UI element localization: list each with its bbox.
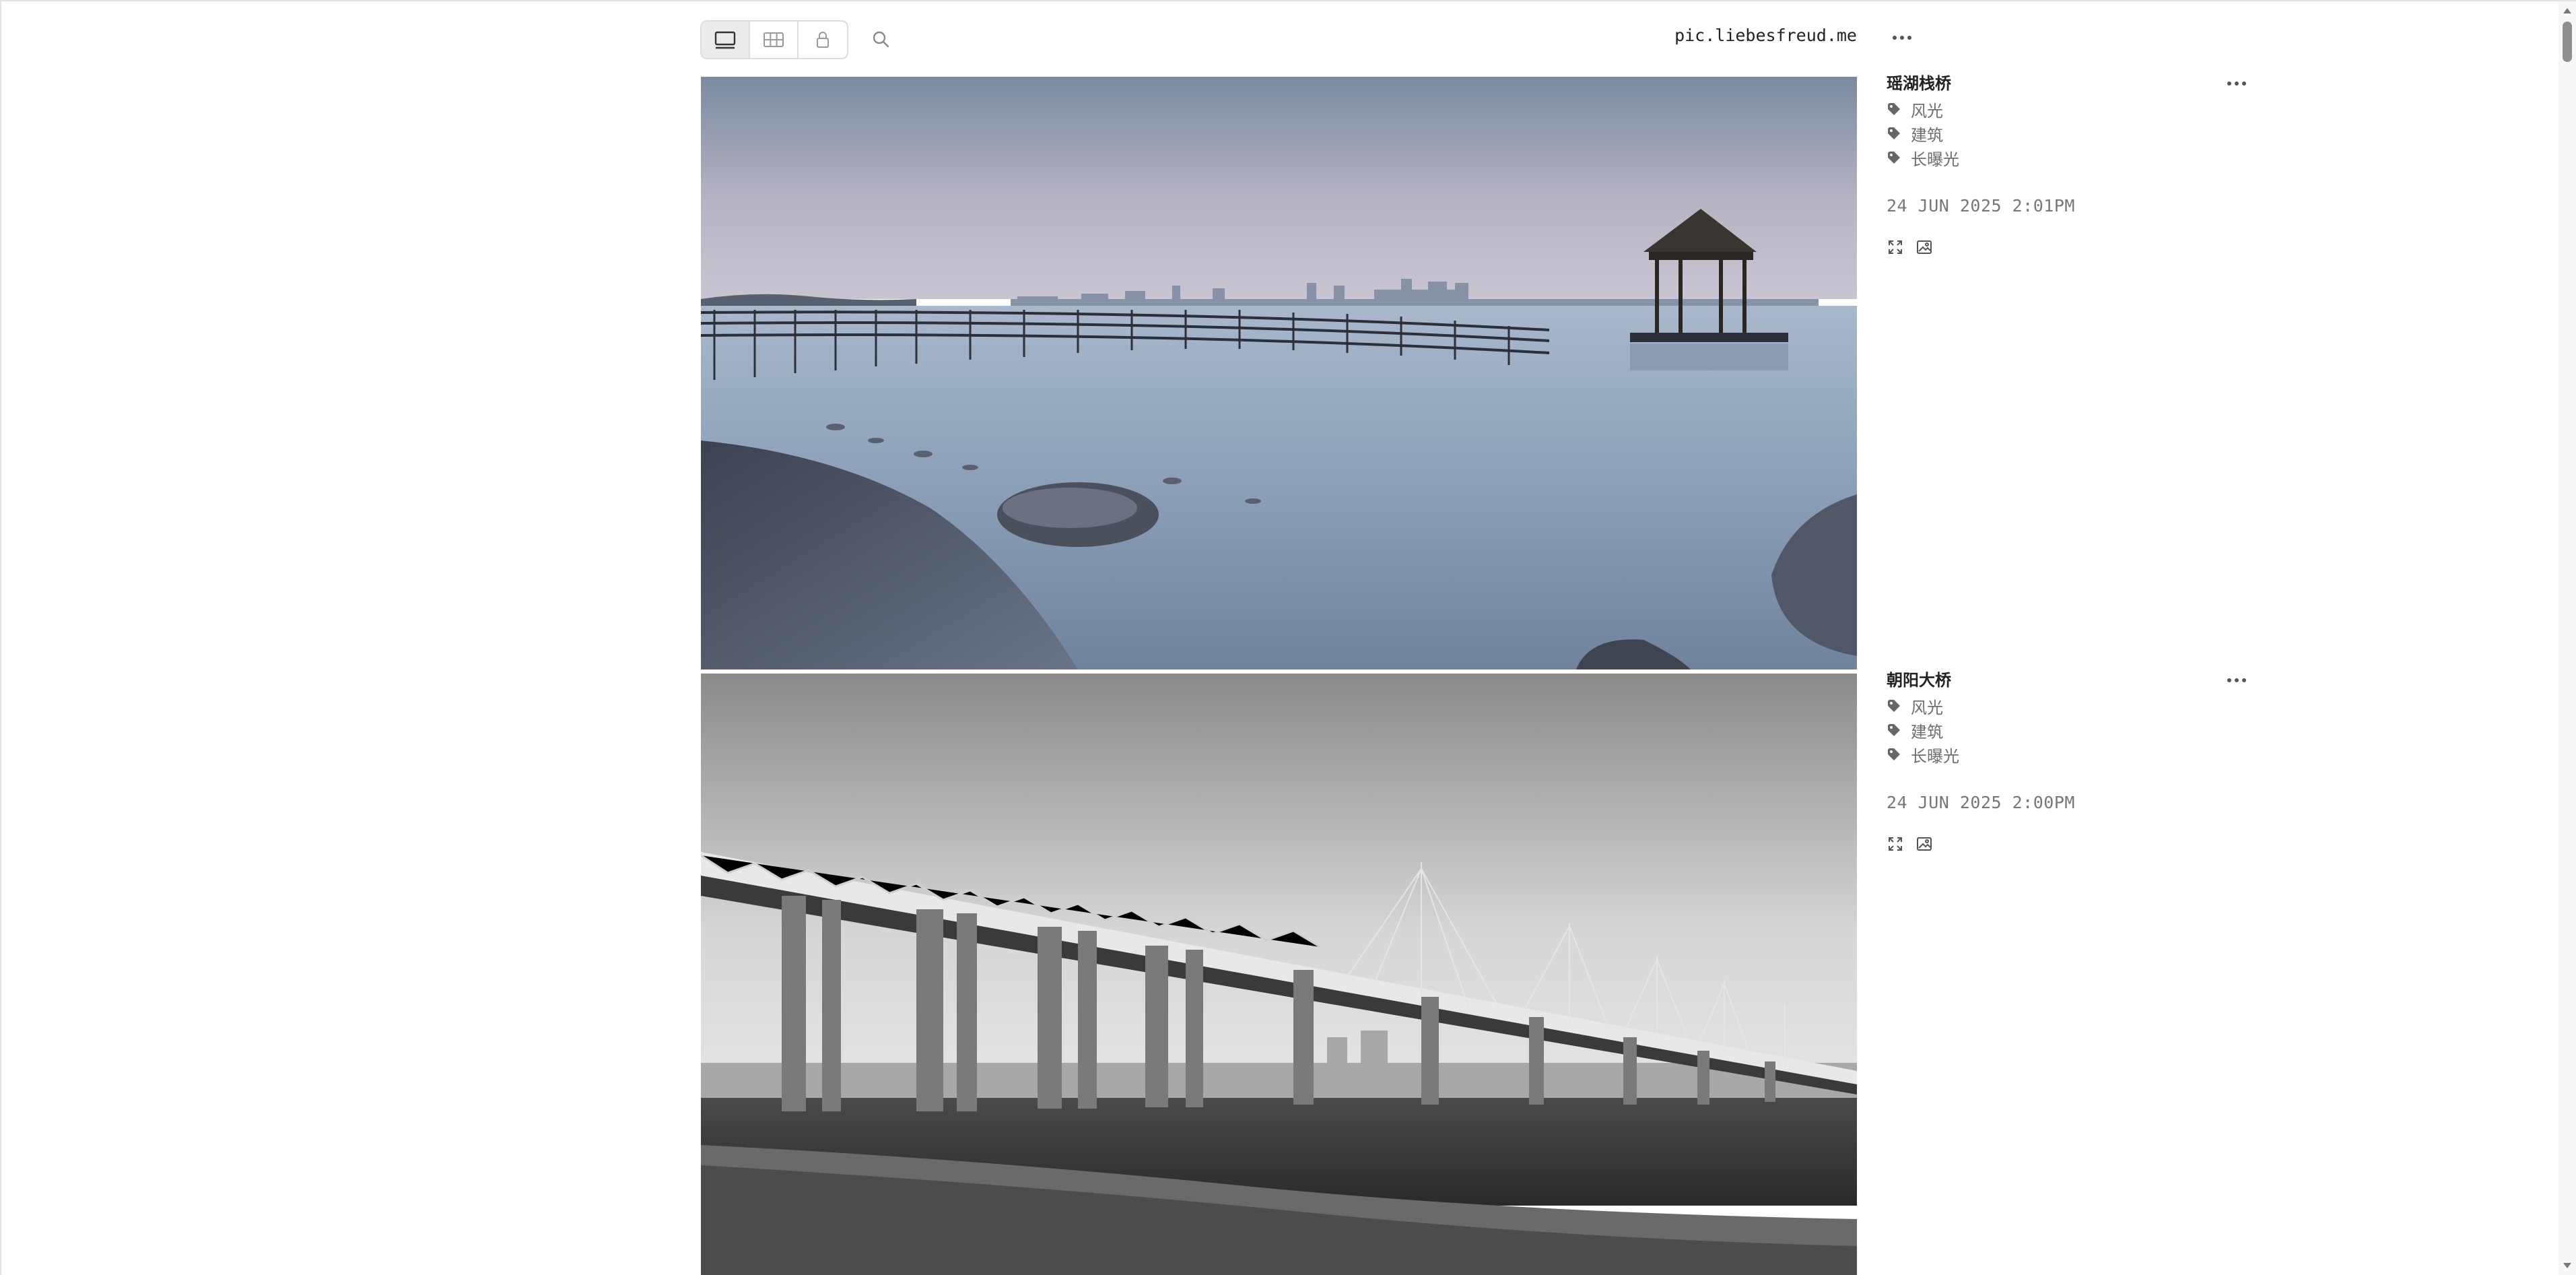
scrollbar-thumb[interactable]: [2563, 22, 2572, 62]
single-view-button[interactable]: [702, 22, 750, 58]
photo-lake-pier[interactable]: [701, 77, 1857, 669]
tag-label: 长曝光: [1911, 150, 1959, 169]
photo-actions: [1887, 238, 2264, 256]
view-switcher: [700, 20, 848, 59]
single-view-icon: [714, 31, 736, 49]
tag-icon: [1887, 126, 1901, 141]
triangle-down-icon: [2563, 1263, 2571, 1268]
tag-icon: [1887, 747, 1901, 762]
photo-more-button[interactable]: [2223, 672, 2250, 688]
scroll-up-button[interactable]: [2561, 4, 2574, 18]
image-download-icon: [1917, 837, 1932, 851]
tag-label: 建筑: [1911, 126, 1943, 145]
tag-icon: [1887, 150, 1901, 165]
tag-item[interactable]: 风光: [1887, 694, 2264, 718]
tag-item[interactable]: 长曝光: [1887, 742, 2264, 766]
photo-meta: 朝阳大桥 风光 建筑 长曝光 24 JUN 2025 2:00PM: [1887, 668, 2264, 853]
fullscreen-button[interactable]: [1887, 835, 1904, 853]
bridge-image: [701, 674, 1857, 1275]
photo-actions: [1887, 835, 2264, 853]
ellipsis-icon: [2227, 81, 2246, 86]
site-title[interactable]: pic.liebesfreud.me: [1673, 26, 1857, 45]
tag-item[interactable]: 建筑: [1887, 718, 2264, 742]
tag-label: 长曝光: [1911, 747, 1959, 766]
fullscreen-button[interactable]: [1887, 238, 1904, 256]
tag-list: 风光 建筑 长曝光: [1887, 97, 2264, 170]
image-download-icon: [1917, 240, 1932, 254]
fullscreen-icon: [1889, 240, 1902, 254]
ellipsis-icon: [1893, 36, 1911, 40]
tag-icon: [1887, 698, 1901, 713]
image-download-button[interactable]: [1916, 238, 1934, 256]
triangle-up-icon: [2563, 8, 2571, 13]
photo-meta: 瑶湖栈桥 风光 建筑 长曝光 24 JUN 2025 2:01PM: [1887, 71, 2264, 256]
photo-date: 24 JUN 2025 2:00PM: [1887, 793, 2075, 812]
tag-item[interactable]: 长曝光: [1887, 145, 2264, 170]
tag-list: 风光 建筑 长曝光: [1887, 694, 2264, 766]
nav-more-button[interactable]: [1889, 28, 1916, 47]
fullscreen-icon: [1889, 837, 1902, 851]
vertical-scrollbar[interactable]: [2558, 1, 2576, 1275]
tag-label: 风光: [1911, 102, 1943, 121]
lake-pier-image: [701, 77, 1857, 669]
grid-view-button[interactable]: [750, 22, 799, 58]
photo-title[interactable]: 瑶湖栈桥: [1887, 71, 2264, 96]
lock-icon: [817, 32, 829, 48]
search-icon: [873, 31, 889, 48]
tag-label: 建筑: [1911, 723, 1943, 742]
ellipsis-icon: [2227, 678, 2246, 682]
photo-bridge[interactable]: [701, 674, 1857, 1275]
top-nav: pic.liebesfreud.me: [700, 19, 2249, 59]
image-download-button[interactable]: [1916, 835, 1934, 853]
tag-item[interactable]: 建筑: [1887, 121, 2264, 145]
photo-more-button[interactable]: [2223, 75, 2250, 92]
photo-date: 24 JUN 2025 2:01PM: [1887, 196, 2075, 216]
tag-icon: [1887, 102, 1901, 117]
tag-icon: [1887, 723, 1901, 738]
lock-button[interactable]: [799, 22, 847, 58]
tag-item[interactable]: 风光: [1887, 97, 2264, 121]
tag-label: 风光: [1911, 698, 1943, 717]
search-button[interactable]: [869, 27, 893, 51]
scroll-down-button[interactable]: [2561, 1259, 2574, 1272]
grid-view-icon: [764, 32, 784, 47]
photo-title[interactable]: 朝阳大桥: [1887, 668, 2264, 692]
